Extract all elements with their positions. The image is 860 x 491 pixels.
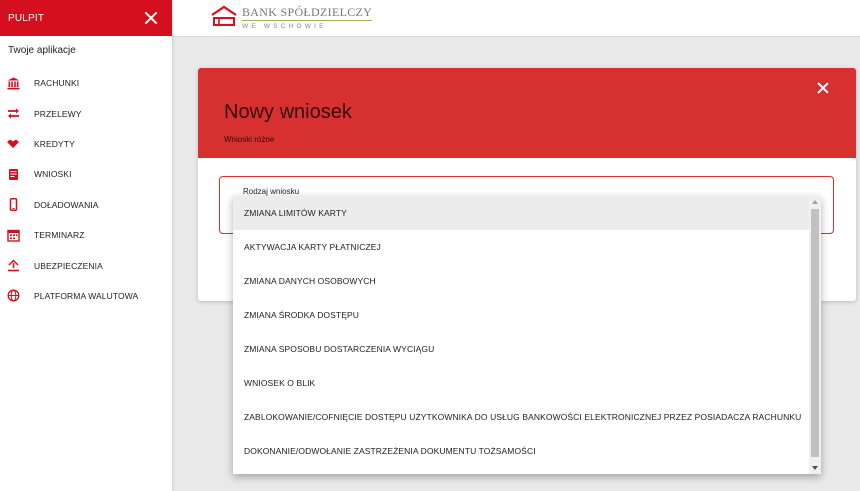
handshake-icon — [6, 137, 20, 151]
bank-logo[interactable]: BANK SPÓŁDZIELCZY WE WSCHOWIE — [210, 5, 373, 31]
globe-icon — [6, 289, 20, 303]
select-label: Rodzaj wniosku — [243, 187, 300, 196]
application-type-dropdown[interactable]: ZMIANA LIMITÓW KARTY AKTYWACJA KARTY PŁA… — [233, 196, 821, 474]
dropdown-option[interactable]: WNIOSEK O BLIK — [233, 366, 809, 400]
calendar-icon — [6, 228, 20, 242]
sidebar-item-label: WNIOSKI — [34, 169, 72, 180]
sidebar-item-przelewy[interactable]: PRZELEWY — [0, 98, 172, 128]
page-title: Nowy wniosek — [224, 101, 352, 123]
sidebar-item-rachunki[interactable]: RACHUNKI — [0, 68, 172, 98]
logo-text: BANK SPÓŁDZIELCZY WE WSCHOWIE — [242, 5, 373, 31]
sidebar-title: PULPIT — [8, 12, 45, 24]
document-icon — [6, 167, 20, 181]
dropdown-list: ZMIANA LIMITÓW KARTY AKTYWACJA KARTY PŁA… — [233, 196, 809, 468]
bank-subtitle: WE WSCHOWIE — [242, 20, 373, 31]
scrollbar-thumb[interactable] — [811, 209, 819, 457]
dropdown-option[interactable]: DOKONANIE/ODWOŁANIE ZASTRZEŻENIA DOKUMEN… — [233, 434, 809, 468]
scroll-up-arrow-icon[interactable] — [809, 196, 821, 208]
top-bar: BANK SPÓŁDZIELCZY WE WSCHOWIE — [172, 0, 860, 37]
card-header: Nowy wniosek Wnioski różne — [198, 68, 856, 158]
sidebar-item-label: RACHUNKI — [34, 78, 80, 89]
close-icon[interactable] — [144, 11, 158, 25]
sidebar-item-doladowania[interactable]: DOŁADOWANIA — [0, 190, 172, 220]
close-icon[interactable] — [817, 82, 829, 94]
sidebar-item-ubezpieczenia[interactable]: UBEZPIECZENIA — [0, 250, 172, 280]
dropdown-option[interactable]: ZMIANA SPOSOBU DOSTARCZENIA WYCIĄGU — [233, 332, 809, 366]
insurance-icon — [6, 259, 20, 273]
sidebar-item-label: UBEZPIECZENIA — [34, 260, 103, 271]
transfer-icon — [6, 107, 20, 121]
bank-icon — [6, 76, 20, 90]
sidebar: PULPIT Twoje aplikacje RACHUNKI PRZELEWY… — [0, 0, 172, 491]
dropdown-option[interactable]: ZABLOKOWANIE/COFNIĘCIE DOSTĘPU UŻYTKOWNI… — [233, 400, 809, 434]
bank-name: BANK SPÓŁDZIELCZY — [242, 5, 373, 19]
sidebar-item-label: TERMINARZ — [34, 230, 85, 241]
section-label: Twoje aplikacje — [8, 45, 76, 56]
dropdown-option[interactable]: ZMIANA DANYCH OSOBOWYCH — [233, 264, 809, 298]
sidebar-item-terminarz[interactable]: TERMINARZ — [0, 220, 172, 250]
phone-icon — [6, 198, 20, 212]
scroll-down-arrow-icon[interactable] — [809, 462, 821, 474]
sidebar-item-label: PRZELEWY — [34, 108, 82, 119]
sidebar-item-label: PLATFORMA WALUTOWA — [34, 290, 139, 301]
sidebar-item-wnioski[interactable]: WNIOSKI — [0, 159, 172, 189]
sidebar-item-kredyty[interactable]: KREDYTY — [0, 129, 172, 159]
sidebar-item-platforma-walutowa[interactable]: PLATFORMA WALUTOWA — [0, 281, 172, 311]
dropdown-option[interactable]: ZMIANA ŚRODKA DOSTĘPU — [233, 298, 809, 332]
sidebar-item-label: DOŁADOWANIA — [34, 199, 99, 210]
dropdown-option[interactable]: AKTYWACJA KARTY PŁATNICZEJ — [233, 230, 809, 264]
dropdown-scrollbar[interactable] — [809, 196, 821, 474]
card-subtitle: Wnioski różne — [224, 135, 275, 144]
sidebar-header: PULPIT — [0, 0, 172, 36]
bank-logo-icon — [210, 5, 238, 27]
sidebar-item-label: KREDYTY — [34, 138, 75, 149]
dropdown-option[interactable]: ZMIANA LIMITÓW KARTY — [233, 196, 809, 230]
